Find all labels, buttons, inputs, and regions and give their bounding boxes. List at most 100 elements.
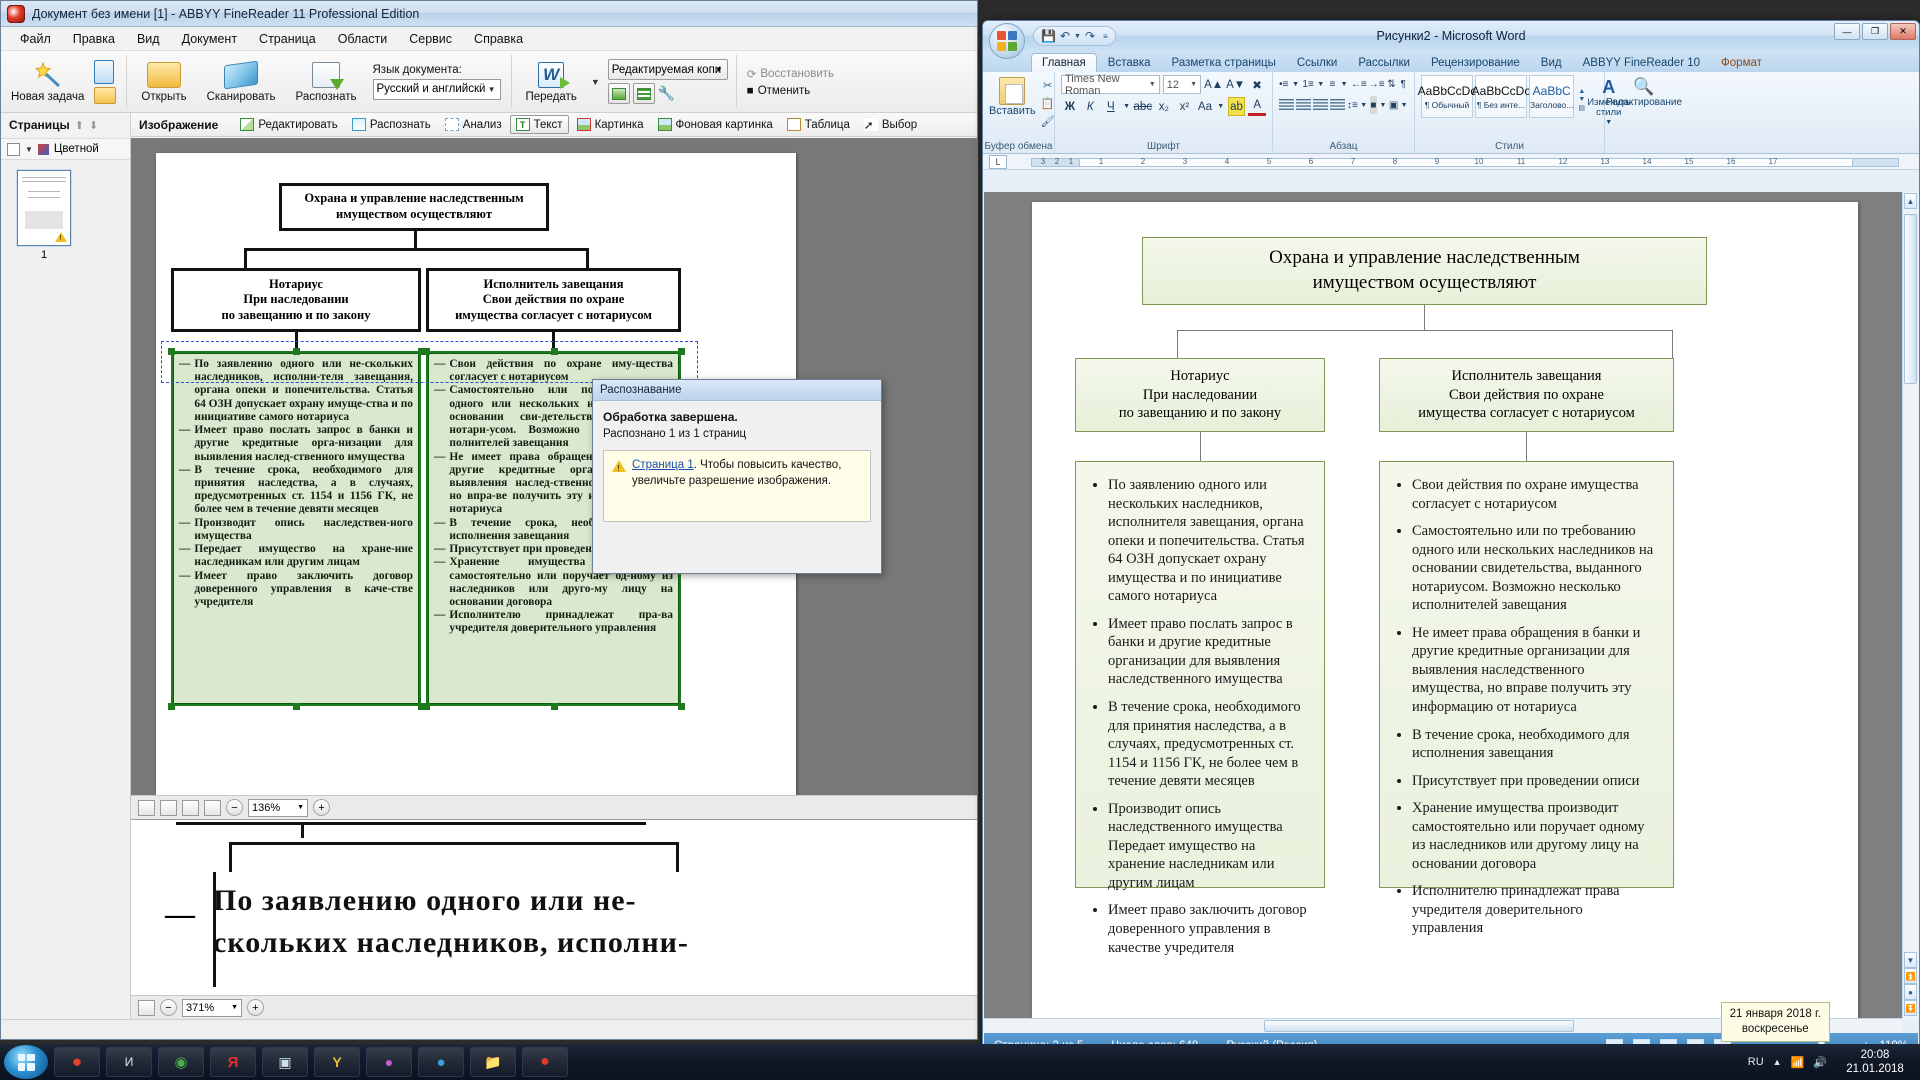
vertical-scroll-thumb[interactable]	[1904, 214, 1917, 384]
tab-home[interactable]: Главная	[1031, 53, 1097, 72]
tool-select[interactable]: ➚ Выбор	[858, 115, 923, 134]
bold-button[interactable]: Ж	[1061, 97, 1079, 116]
paste-button[interactable]: Вставить	[989, 75, 1036, 129]
horizontal-scroll-thumb[interactable]	[1264, 1020, 1574, 1032]
chevron-down-icon-3[interactable]: ▼	[25, 145, 33, 154]
line-spacing-button[interactable]: ↕≡	[1347, 96, 1358, 114]
decrease-indent-button[interactable]: ←≡	[1351, 75, 1367, 93]
taskbar-button-yandex[interactable]: Я	[210, 1047, 256, 1077]
taskbar-button-ime[interactable]: И	[106, 1047, 152, 1077]
open-button[interactable]: Открыть	[131, 51, 196, 112]
align-right-button[interactable]	[1313, 96, 1328, 114]
word-document-area[interactable]: Охрана и управление наследственным имуще…	[984, 192, 1918, 1018]
taskbar-button-yandex2[interactable]: Y	[314, 1047, 360, 1077]
doc-left-head[interactable]: Нотариус При наследовании по завещанию и…	[1075, 358, 1325, 432]
italic-button[interactable]: К	[1082, 97, 1100, 116]
tab-references[interactable]: Ссылки	[1287, 54, 1348, 72]
tool-background-picture[interactable]: Фоновая картинка	[652, 115, 779, 134]
editing-button[interactable]: 🔍 Редактирование	[1606, 75, 1682, 108]
menu-help[interactable]: Справка	[463, 29, 534, 49]
font-color-button[interactable]: A	[1248, 97, 1266, 116]
zoom-in-button[interactable]: +	[313, 799, 330, 816]
strikethrough-button[interactable]: abc	[1134, 97, 1153, 116]
bullets-dropdown-icon[interactable]: ▼	[1291, 75, 1301, 93]
tool-analysis[interactable]: Анализ	[439, 115, 508, 134]
scroll-down-arrow-icon[interactable]: ▼	[1904, 952, 1917, 968]
maximize-button[interactable]: ❐	[1862, 23, 1888, 40]
change-case-button[interactable]: Аа	[1196, 97, 1214, 116]
single-page-icon[interactable]	[182, 799, 199, 816]
resize-handle-s[interactable]	[293, 703, 300, 710]
start-button[interactable]	[4, 1045, 48, 1079]
style-card-normal[interactable]: AaBbCcDc ¶ Обычный	[1418, 75, 1476, 118]
tab-page-layout[interactable]: Разметка страницы	[1162, 54, 1286, 72]
previous-page-icon[interactable]: ⏫	[1904, 968, 1917, 984]
open-document-icon[interactable]	[94, 86, 117, 104]
scroll-up-arrow-icon[interactable]: ▲	[1904, 193, 1917, 209]
copy-icon[interactable]: 📋	[1039, 95, 1057, 111]
grow-font-icon[interactable]: A▲	[1204, 75, 1223, 94]
doc-right-head[interactable]: Исполнитель завещания Свои действия по о…	[1379, 358, 1674, 432]
menu-service[interactable]: Сервис	[398, 29, 463, 49]
resize-handle-n[interactable]	[293, 348, 300, 355]
numbering-button[interactable]: 1≡	[1302, 75, 1313, 93]
align-left-button[interactable]	[1279, 96, 1294, 114]
underline-button[interactable]: Ч	[1102, 97, 1120, 116]
move-down-icon[interactable]: ⬇	[89, 119, 98, 132]
menu-areas[interactable]: Области	[327, 29, 399, 49]
word-ruler[interactable]: L 3 2 1 1 2 3 4 5 6 7 8 9 10 11 12 13 14…	[983, 154, 1919, 170]
resize-handle-nw[interactable]	[168, 348, 175, 355]
tray-network-icon[interactable]: 📶	[1791, 1056, 1805, 1069]
fit-page-icon[interactable]	[160, 799, 177, 816]
document-language-select[interactable]: Русский и английскӥ ▼	[372, 78, 501, 100]
case-dropdown-icon[interactable]: ▼	[1217, 97, 1225, 116]
line-spacing-dropdown-icon[interactable]: ▼	[1360, 96, 1368, 114]
sort-button[interactable]: ⇅	[1387, 75, 1397, 93]
tab-mailings[interactable]: Рассылки	[1348, 54, 1420, 72]
styles-scroll-down-icon[interactable]: ▼	[1578, 96, 1585, 103]
recognize-button[interactable]: Распознать	[286, 51, 367, 112]
clear-formatting-icon[interactable]: ✖	[1248, 75, 1266, 94]
image-zoom-select[interactable]: 136% ▼	[248, 798, 308, 817]
taskbar-button-chrome[interactable]: ◉	[158, 1047, 204, 1077]
taskbar-button-opera[interactable]: ●	[54, 1047, 100, 1077]
keep-text-button[interactable]	[632, 83, 655, 104]
taskbar-button-app[interactable]: ●	[366, 1047, 412, 1077]
undo-dropdown-icon[interactable]: ▼	[1074, 33, 1081, 40]
format-painter-icon[interactable]: 🖌	[1039, 113, 1057, 129]
tool-edit[interactable]: Редактировать	[234, 115, 343, 134]
borders-dropdown-icon[interactable]: ▼	[1400, 96, 1408, 114]
taskbar-button-finereader[interactable]: ●	[522, 1047, 568, 1077]
numbering-dropdown-icon[interactable]: ▼	[1316, 75, 1326, 93]
detail-zoom-out-button[interactable]: −	[160, 999, 177, 1016]
office-button[interactable]	[989, 23, 1025, 59]
font-size-select[interactable]: 12 ▼	[1162, 75, 1202, 94]
tab-review[interactable]: Рецензирование	[1421, 54, 1530, 72]
keep-pictures-button[interactable]	[607, 83, 630, 104]
tray-volume-icon[interactable]: 🔊	[1813, 1056, 1827, 1069]
styles-more-icon[interactable]: ▤	[1578, 104, 1585, 112]
resize-handle-r-nw[interactable]	[423, 348, 430, 355]
menu-edit[interactable]: Правка	[62, 29, 126, 49]
multilevel-list-button[interactable]: ≡	[1328, 75, 1338, 93]
align-center-button[interactable]	[1296, 96, 1311, 114]
options-wrench-icon[interactable]: 🔧	[658, 85, 675, 102]
detail-zoom-select[interactable]: 371% ▼	[182, 998, 242, 1017]
resize-handle-r-n[interactable]	[551, 348, 558, 355]
cut-icon[interactable]: ✂	[1039, 77, 1057, 93]
next-page-icon[interactable]: ⏬	[1904, 1000, 1917, 1016]
page-thumbnail-1[interactable]	[17, 170, 71, 246]
resize-handle-r-se[interactable]	[678, 703, 685, 710]
ocr-text-block-left[interactable]: — По заявлению одного или не-скольких нас…	[171, 351, 421, 706]
redo-icon[interactable]: ↷	[1085, 29, 1095, 43]
shading-dropdown-icon[interactable]: ▼	[1379, 96, 1387, 114]
tray-language[interactable]: RU	[1748, 1056, 1764, 1068]
minimize-button[interactable]: —	[1834, 23, 1860, 40]
word-vertical-scrollbar[interactable]: ▲ ▼ ⏫ ● ⏬	[1902, 192, 1918, 1018]
zoom-pane-view-icon[interactable]	[138, 999, 155, 1016]
resize-handle-r-s[interactable]	[551, 703, 558, 710]
subscript-button[interactable]: x₂	[1155, 97, 1173, 116]
scan-button[interactable]: Сканировать	[197, 51, 286, 112]
resize-handle-r-ne[interactable]	[678, 348, 685, 355]
tool-text[interactable]: T Текст	[509, 115, 569, 134]
